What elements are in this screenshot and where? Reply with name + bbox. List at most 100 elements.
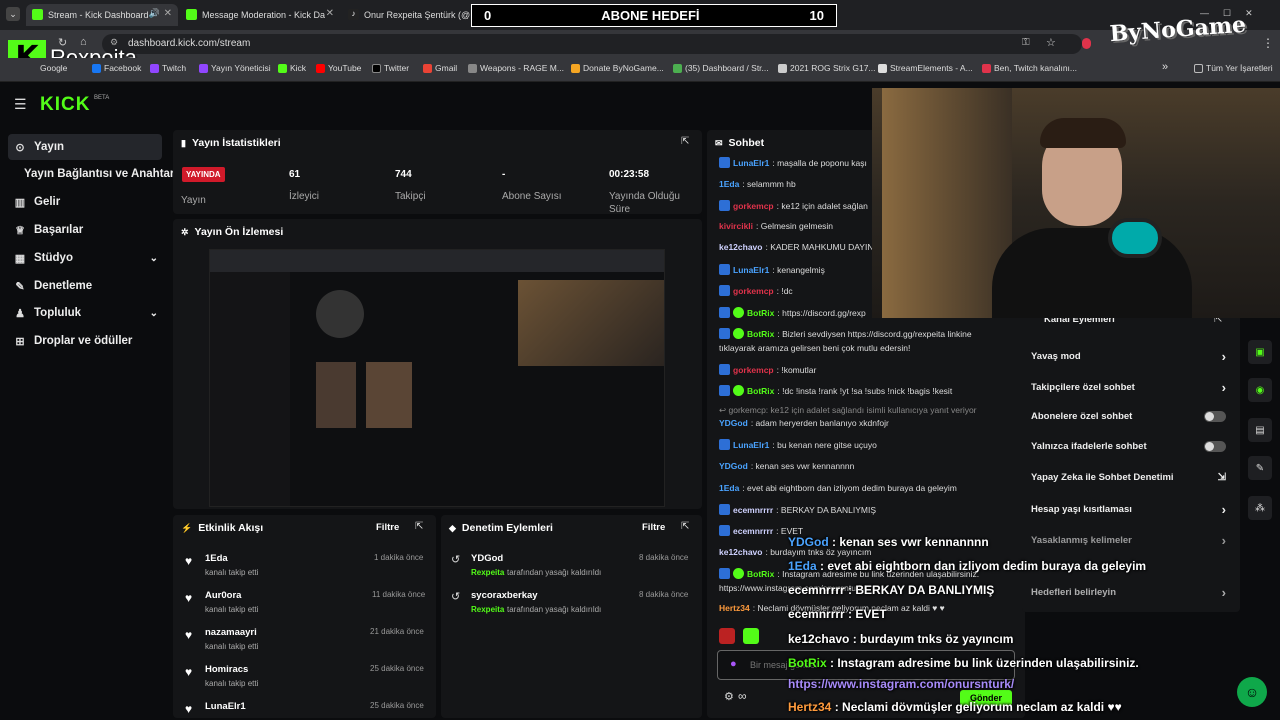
activity-name[interactable]: nazamaayri <box>205 627 257 638</box>
chat-username[interactable]: ecemnrrrr <box>733 526 773 536</box>
chat-username[interactable]: 1Eda <box>719 179 739 189</box>
menu-dots-icon[interactable]: ⋮ <box>1262 36 1274 50</box>
chat-username[interactable]: YDGod <box>719 418 748 428</box>
document-button[interactable]: ▤ <box>1248 418 1272 442</box>
menu-followers-only[interactable]: Takipçilere özel sohbet › <box>1031 380 1226 395</box>
hamburger-menu-icon[interactable]: ☰ <box>14 96 27 113</box>
chat-bubble-button[interactable]: ▣ <box>1248 340 1272 364</box>
chat-username[interactable]: BotRix <box>747 569 774 579</box>
sidebar-item-basarilar[interactable]: ♕ Başarılar <box>8 217 162 243</box>
sidebar-item-stream-key[interactable]: Yayın Bağlantısı ve Anahtarı <box>18 161 178 187</box>
menu-slow-mode[interactable]: Yavaş mod › <box>1031 349 1226 364</box>
chat-username[interactable]: ecemnrrrr <box>733 505 773 515</box>
chat-username[interactable]: kivircikli <box>719 221 753 231</box>
emotes-only-toggle[interactable] <box>1204 441 1226 452</box>
menu-ai-moderation[interactable]: Yapay Zeka ile Sohbet Denetimi ⇲ <box>1031 472 1226 483</box>
chat-username[interactable]: gorkemcp <box>733 286 774 296</box>
chat-username[interactable]: 1Eda <box>719 483 739 493</box>
chat-username[interactable]: gorkemcp <box>733 201 774 211</box>
help-button[interactable]: ☺ <box>1237 677 1267 707</box>
chevron-down-icon[interactable]: ⌄ <box>150 253 158 264</box>
bookmark-gmail[interactable]: Gmail <box>423 63 457 73</box>
tab-list-icon[interactable]: ⌄ <box>6 7 20 21</box>
chat-username[interactable]: YDGod <box>719 461 748 471</box>
bookmark-weapons[interactable]: Weapons - RAGE M... <box>468 63 564 73</box>
activity-time: 25 dakika önce <box>370 664 424 673</box>
chat-username[interactable]: BotRix <box>747 308 774 318</box>
chevron-down-icon[interactable]: ⌄ <box>150 308 158 319</box>
bookmark-facebook[interactable]: Facebook <box>92 63 141 73</box>
chat-username[interactable]: gorkemcp <box>733 365 774 375</box>
emote-icon[interactable] <box>743 628 759 644</box>
tab-kick-dashboard[interactable]: Stream - Kick Dashboard 🔊 ✕ <box>26 4 178 26</box>
emote-icon[interactable] <box>719 628 735 644</box>
sidebar-item-studyo[interactable]: ▦ Stüdyo ⌄ <box>8 245 162 271</box>
bookmark-twitter[interactable]: Twitter <box>372 63 409 73</box>
sidebar-item-droplar[interactable]: ⊞ Droplar ve ödüller <box>8 328 162 354</box>
tab-message-moderation[interactable]: Message Moderation - Kick Da ✕ <box>180 4 340 26</box>
activity-name[interactable]: Homiracs <box>205 664 248 675</box>
tab-profile[interactable]: ♪ Onur Rexpeita Şentürk (@rex <box>342 4 470 26</box>
activity-name[interactable]: Aur0ora <box>205 590 241 601</box>
bookmark-twitch[interactable]: Twitch <box>150 63 186 73</box>
sidebar-item-denetleme[interactable]: ✎ Denetleme <box>8 273 162 299</box>
filter-button[interactable]: Filtre <box>376 522 399 533</box>
bookmark-kick[interactable]: Kick <box>278 63 306 73</box>
expand-icon[interactable]: ⇱ <box>681 136 689 147</box>
kick-logo[interactable]: KICK <box>40 94 90 116</box>
heart-icon: ♥ <box>185 702 193 716</box>
wrench-button[interactable]: ✎ <box>1248 456 1272 480</box>
menu-set-goals[interactable]: Hedefleri belirleyin › <box>1031 585 1226 600</box>
chat-username[interactable]: ke12chavo <box>719 547 762 557</box>
expand-icon[interactable]: ⇱ <box>415 521 423 532</box>
moderation-time: 8 dakika önce <box>639 590 689 599</box>
moderation-name[interactable]: YDGod <box>471 553 503 564</box>
infinity-icon[interactable]: ∞ <box>738 689 747 703</box>
chat-username[interactable]: LunaElr1 <box>733 265 769 275</box>
bookmark-yayin-yoneticisi[interactable]: Yayın Yöneticisi <box>199 63 271 73</box>
settings-icon[interactable]: ⚙ <box>724 690 734 703</box>
bookmarks-more[interactable]: » <box>1162 61 1168 73</box>
moderation-actor[interactable]: Rexpeita <box>471 568 504 577</box>
close-icon[interactable]: ✕ <box>164 8 172 19</box>
bookmark-google[interactable]: Google <box>40 63 67 73</box>
star-icon[interactable]: ☆ <box>1046 36 1056 49</box>
close-icon[interactable]: ✕ <box>326 8 334 19</box>
sidebar-item-topluluk[interactable]: ♟ Topluluk ⌄ <box>8 300 162 326</box>
chat-username[interactable]: BotRix <box>747 329 774 339</box>
extension-icon[interactable] <box>1082 38 1091 49</box>
bookmark-streamelements[interactable]: StreamElements - A... <box>878 63 973 73</box>
subscribers-only-toggle[interactable] <box>1204 411 1226 422</box>
menu-banned-words[interactable]: Yasaklanmış kelimeler › <box>1031 533 1226 548</box>
bookmark-youtube[interactable]: YouTube <box>316 63 361 73</box>
url-field[interactable]: ⚙ dashboard.kick.com/stream ⚿ ☆ <box>102 34 1082 54</box>
menu-emotes-only[interactable]: Yalnızca ifadelerle sohbet <box>1031 441 1226 452</box>
chat-username[interactable]: LunaElr1 <box>733 440 769 450</box>
activity-name[interactable]: LunaElr1 <box>205 701 246 712</box>
menu-subscribers-only[interactable]: Abonelere özel sohbet <box>1031 411 1226 422</box>
microphone-icon[interactable]: ● <box>730 658 737 670</box>
more-button[interactable]: ⁂ <box>1248 496 1272 520</box>
bookmark-dashboard[interactable]: (35) Dashboard / Str... <box>673 63 769 73</box>
bookmark-twitch-channel[interactable]: Ben, Twitch kanalını... <box>982 63 1077 73</box>
moderation-name[interactable]: sycoraxberkay <box>471 590 538 601</box>
activity-name[interactable]: 1Eda <box>205 553 228 564</box>
chat-username[interactable]: ke12chavo <box>719 242 762 252</box>
speaker-icon[interactable]: 🔊 <box>149 8 160 19</box>
filter-button[interactable]: Filtre <box>642 522 665 533</box>
broadcast-button[interactable]: ◉ <box>1248 378 1272 402</box>
key-icon[interactable]: ⚿ <box>1022 37 1030 48</box>
sidebar-item-yayin[interactable]: ⊙ Yayın <box>8 134 162 160</box>
all-bookmarks[interactable]: Tüm Yer İşaretleri <box>1194 63 1273 73</box>
chat-text: : !komutlar <box>776 364 817 375</box>
chat-username[interactable]: BotRix <box>747 386 774 396</box>
bookmark-donate[interactable]: Donate ByNoGame... <box>571 63 664 73</box>
preview-video[interactable] <box>209 249 665 507</box>
chat-username[interactable]: Hertz34 <box>719 603 750 613</box>
bookmark-rog[interactable]: 2021 ROG Strix G17... <box>778 63 876 73</box>
menu-account-age[interactable]: Hesap yaşı kısıtlaması › <box>1031 502 1226 517</box>
sidebar-item-gelir[interactable]: ▥ Gelir <box>8 189 162 215</box>
expand-icon[interactable]: ⇱ <box>681 521 689 532</box>
chat-username[interactable]: LunaElr1 <box>733 158 769 168</box>
moderation-actor[interactable]: Rexpeita <box>471 605 504 614</box>
